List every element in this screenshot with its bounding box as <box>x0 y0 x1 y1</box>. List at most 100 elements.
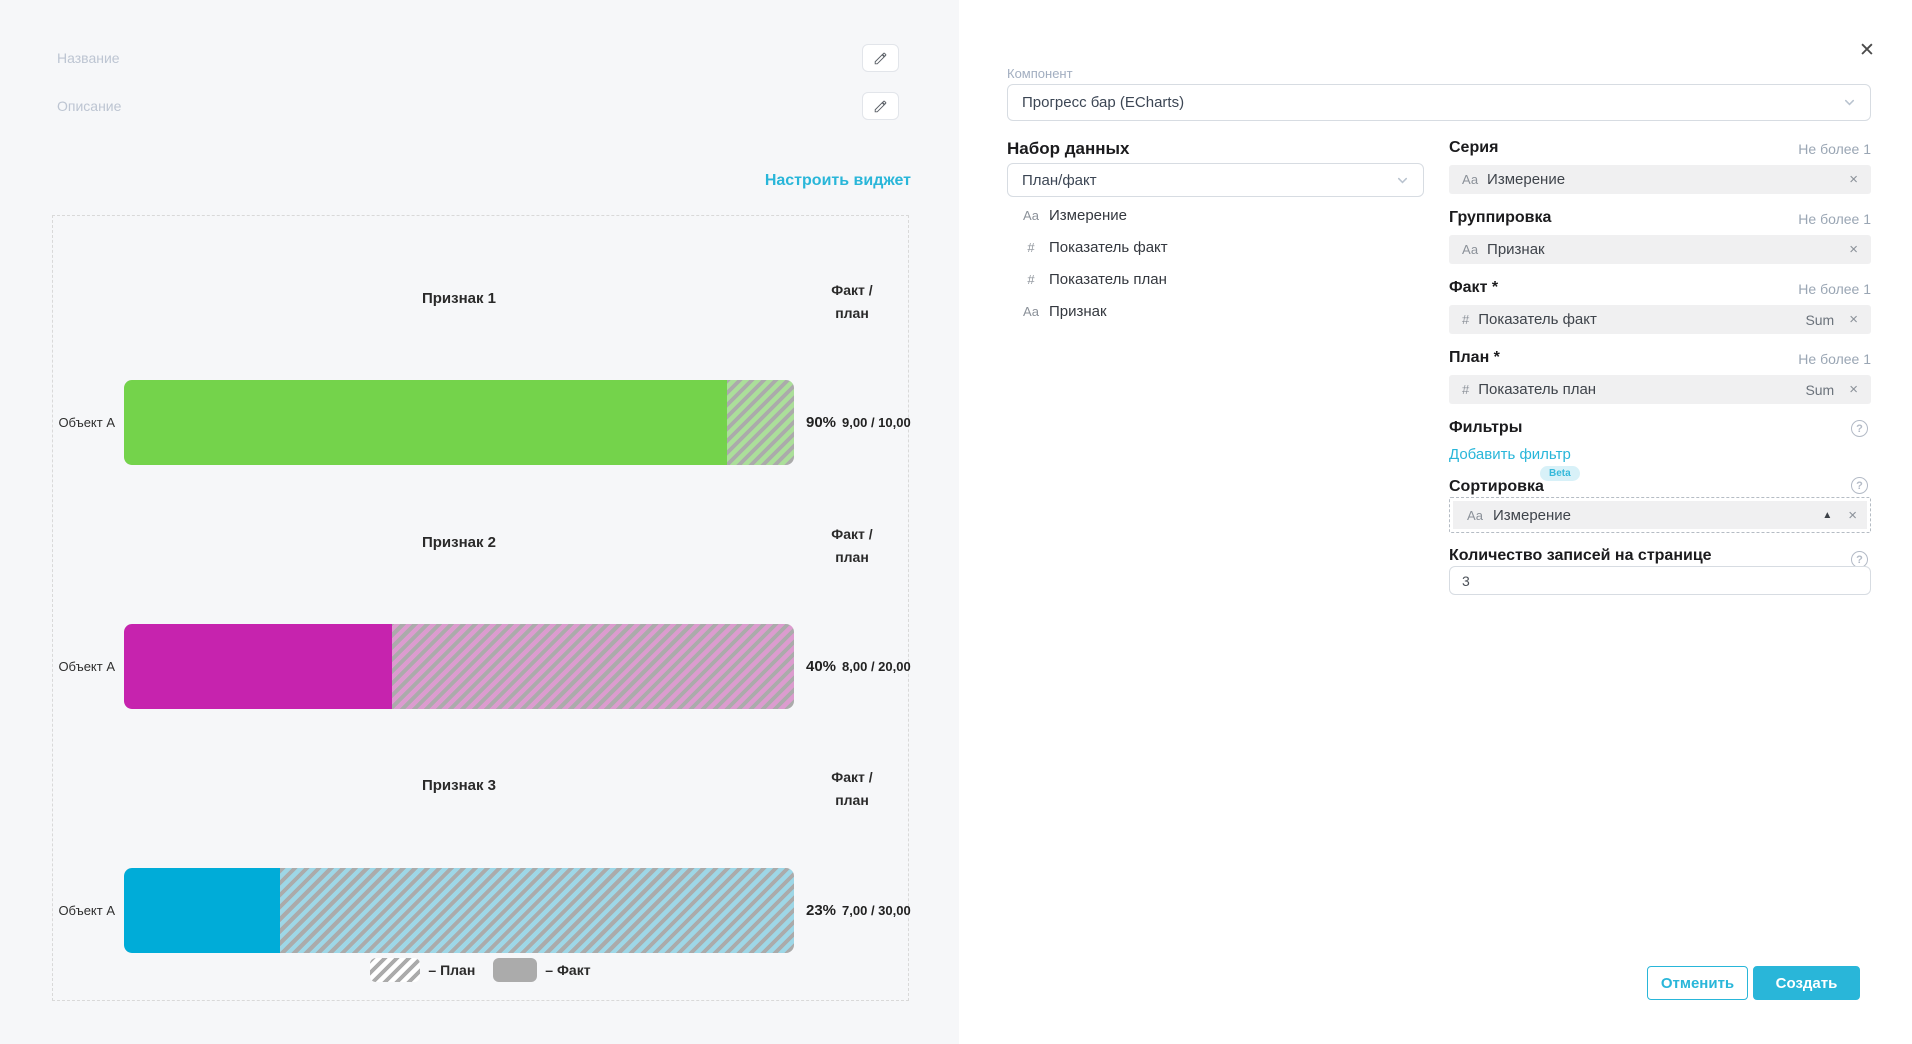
remove-icon[interactable]: × <box>1849 311 1858 328</box>
chip-label: Показатель факт <box>1478 311 1597 328</box>
progress-bar <box>124 380 794 465</box>
bar-percent: 23% <box>806 902 836 919</box>
bar-fraction: 9,00 / 10,00 <box>842 415 911 430</box>
chart-legend: – План – Факт <box>53 958 908 982</box>
configure-widget-link[interactable]: Настроить виджет <box>765 172 911 190</box>
help-icon[interactable]: ? <box>1851 420 1868 437</box>
bar-fraction: 7,00 / 30,00 <box>842 903 911 918</box>
chip-label: Показатель план <box>1478 381 1596 398</box>
dataset-field-label: Измерение <box>1049 207 1127 224</box>
widget-name-placeholder: Название <box>57 50 120 66</box>
text-type-icon: Аа <box>1462 242 1478 257</box>
slot-chip-plan: # Показатель план Sum × <box>1449 375 1871 404</box>
slot-chip-fakt: # Показатель факт Sum × <box>1449 305 1871 334</box>
slot-label-gruppirovka: Группировка <box>1449 209 1551 227</box>
widget-description-placeholder: Описание <box>57 98 121 114</box>
sort-ascending-icon[interactable]: ▲ <box>1822 510 1832 521</box>
dataset-field-label: Показатель факт <box>1049 239 1168 256</box>
legend-fact-label[interactable]: – Факт <box>545 962 590 978</box>
widget-editor: Название Описание Настроить виджет Призн… <box>0 0 1912 1044</box>
chevron-down-icon <box>1843 96 1856 109</box>
number-type-icon: # <box>1462 312 1469 327</box>
page-size-label: Количество записей на странице <box>1449 547 1712 565</box>
pencil-icon <box>873 51 888 66</box>
chart-row-label: Объект А <box>53 624 115 709</box>
progress-bar <box>124 868 794 953</box>
chart-value-header: Факт / план <box>793 523 911 569</box>
create-button[interactable]: Создать <box>1753 966 1860 1000</box>
bar-fact-fill <box>124 868 280 953</box>
bar-fraction: 8,00 / 20,00 <box>842 659 911 674</box>
pencil-icon <box>873 99 888 114</box>
text-type-icon: Аа <box>1019 304 1043 319</box>
dataset-field-pokazatel-plan[interactable]: # Показатель план <box>1019 264 1167 295</box>
sort-chip: Аа Измерение ▲ × <box>1453 501 1867 529</box>
slot-label-seriya: Серия <box>1449 139 1498 157</box>
remove-icon[interactable]: × <box>1849 171 1858 188</box>
progress-bar <box>124 624 794 709</box>
text-type-icon: Аа <box>1019 208 1043 223</box>
legend-fact-swatch[interactable] <box>493 958 537 982</box>
dataset-field-label: Показатель план <box>1049 271 1167 288</box>
text-type-icon: Аа <box>1462 172 1478 187</box>
chart-group-title: Признак 1 <box>124 290 794 307</box>
number-type-icon: # <box>1462 382 1469 397</box>
component-select-value: Прогресс бар (ECharts) <box>1022 94 1184 111</box>
chip-label: Измерение <box>1487 171 1565 188</box>
slot-hint: Не более 1 <box>1798 351 1871 367</box>
dataset-select[interactable]: План/факт <box>1007 163 1424 197</box>
close-icon[interactable]: ✕ <box>1855 38 1879 62</box>
filters-label: Фильтры <box>1449 419 1522 437</box>
dataset-field-priznak[interactable]: Аа Признак <box>1019 296 1107 327</box>
bar-percent: 40% <box>806 658 836 675</box>
bar-fact-fill <box>124 624 392 709</box>
legend-plan-label[interactable]: – План <box>428 962 475 978</box>
component-label: Компонент <box>1007 66 1073 81</box>
chart-group-title: Признак 2 <box>124 534 794 551</box>
slot-hint: Не более 1 <box>1798 141 1871 157</box>
remove-icon[interactable]: × <box>1848 507 1857 524</box>
chart-row-label: Объект А <box>53 868 115 953</box>
slot-chip-seriya: Аа Измерение × <box>1449 165 1871 194</box>
sorting-label: Сортировка <box>1449 478 1544 496</box>
chevron-down-icon <box>1396 174 1409 187</box>
bar-value: 90% 9,00 / 10,00 <box>806 380 911 465</box>
bar-fact-fill <box>124 380 727 465</box>
aggregation-selector[interactable]: Sum <box>1805 382 1834 398</box>
remove-icon[interactable]: × <box>1849 381 1858 398</box>
preview-panel: Название Описание Настроить виджет Призн… <box>0 0 959 1044</box>
number-type-icon: # <box>1019 240 1043 255</box>
edit-description-button[interactable] <box>862 92 899 120</box>
progress-bar-chart-preview: Признак 1 Факт / план Объект А 90% 9,00 … <box>52 215 909 1001</box>
remove-icon[interactable]: × <box>1849 241 1858 258</box>
bar-value: 23% 7,00 / 30,00 <box>806 868 911 953</box>
dataset-field-label: Признак <box>1049 303 1107 320</box>
add-filter-link[interactable]: Добавить фильтр <box>1449 446 1571 463</box>
slot-chip-gruppirovka: Аа Признак × <box>1449 235 1871 264</box>
page-size-input[interactable] <box>1449 566 1871 595</box>
chart-group-title: Признак 3 <box>124 777 794 794</box>
cancel-button[interactable]: Отменить <box>1647 966 1748 1000</box>
help-icon[interactable]: ? <box>1851 477 1868 494</box>
legend-plan-swatch[interactable] <box>370 958 420 982</box>
dataset-field-izmerenie[interactable]: Аа Измерение <box>1019 200 1127 231</box>
text-type-icon: Аа <box>1463 508 1487 523</box>
dataset-field-pokazatel-fakt[interactable]: # Показатель факт <box>1019 232 1168 263</box>
slot-hint: Не более 1 <box>1798 281 1871 297</box>
bar-percent: 90% <box>806 414 836 431</box>
chart-value-header: Факт / план <box>793 279 911 325</box>
chart-value-header: Факт / план <box>793 766 911 812</box>
chip-label: Измерение <box>1493 507 1571 524</box>
dataset-select-value: План/факт <box>1022 172 1097 189</box>
component-select[interactable]: Прогресс бар (ECharts) <box>1007 84 1871 121</box>
aggregation-selector[interactable]: Sum <box>1805 312 1834 328</box>
edit-name-button[interactable] <box>862 44 899 72</box>
chip-label: Признак <box>1487 241 1545 258</box>
slot-hint: Не более 1 <box>1798 211 1871 227</box>
number-type-icon: # <box>1019 272 1043 287</box>
chart-row-label: Объект А <box>53 380 115 465</box>
sort-chip-container[interactable]: Аа Измерение ▲ × <box>1449 497 1871 533</box>
dataset-heading: Набор данных <box>1007 139 1129 159</box>
slot-label-fakt: Факт * <box>1449 279 1498 297</box>
bar-value: 40% 8,00 / 20,00 <box>806 624 911 709</box>
